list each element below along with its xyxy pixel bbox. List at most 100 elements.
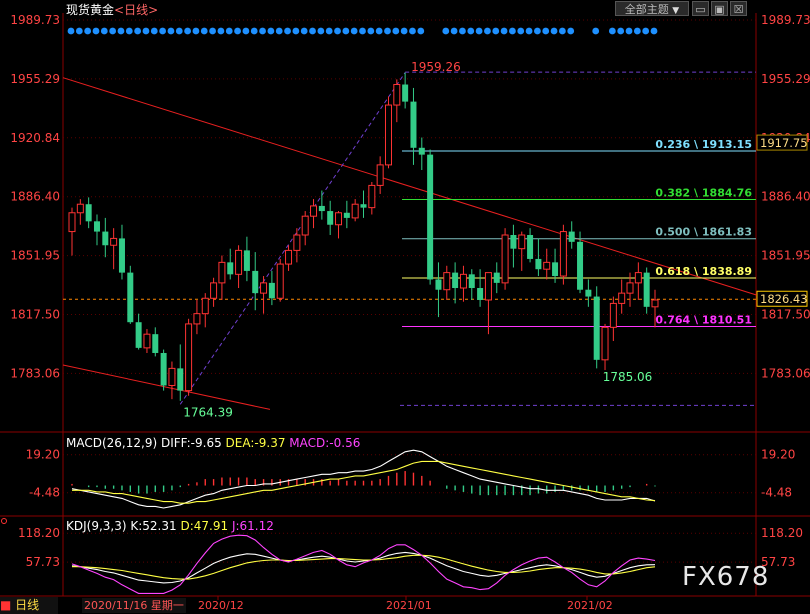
- event-marker-dot: [484, 27, 491, 35]
- candle-body-up: [459, 273, 467, 289]
- event-marker-dot: [134, 27, 142, 35]
- restore-icon: ▣: [714, 3, 725, 16]
- event-marker-dot: [125, 27, 133, 35]
- candle-body-up: [484, 272, 492, 301]
- panel-tab-dot: ■: [0, 598, 12, 612]
- event-marker-dot: [642, 27, 650, 35]
- candle-body-up: [618, 292, 626, 304]
- candle-body-down: [468, 274, 475, 289]
- candle-body-up: [143, 333, 151, 349]
- kdj-params: KDJ(9,3,3): [66, 519, 127, 533]
- price-axis-tick-left: 1920.84: [10, 131, 60, 145]
- event-marker-dot: [334, 27, 341, 35]
- event-marker-dot: [242, 27, 250, 35]
- event-marker-dot: [109, 27, 117, 35]
- kdj-d-line: [72, 554, 656, 580]
- fib-level-label: 0.618 \ 1838.89: [655, 265, 752, 278]
- price-axis-tick-right: 1783.06: [761, 366, 810, 380]
- candle-body-down: [593, 296, 600, 360]
- event-marker-dot: [459, 27, 466, 35]
- candle-body-up: [651, 299, 659, 308]
- candle-body-down: [360, 204, 367, 208]
- macd-diff-line: [71, 449, 656, 509]
- candle-body-down: [243, 250, 250, 271]
- low2-annotation: 1785.06: [603, 370, 653, 384]
- event-marker-dot: [525, 27, 533, 35]
- event-marker-dot: [250, 27, 258, 35]
- candle-body-up: [193, 313, 201, 325]
- price-axis-tick-left: 1955.29: [10, 72, 60, 86]
- event-marker-dot: [392, 27, 400, 35]
- event-marker-dot: [159, 27, 167, 35]
- candle-body-up: [601, 326, 609, 361]
- candle-body-down: [160, 352, 167, 386]
- price-axis-tick-left: 1817.50: [10, 308, 60, 322]
- event-marker-dot: [292, 27, 300, 35]
- restore-button[interactable]: ▣: [711, 1, 728, 16]
- event-marker-dot: [592, 27, 600, 35]
- minimize-button[interactable]: ▭: [692, 1, 709, 16]
- event-marker-dot: [92, 27, 100, 35]
- event-marker-dot: [608, 27, 616, 35]
- candle-body-down: [327, 211, 334, 225]
- kdj-axis-tick-right: 118.20: [761, 526, 803, 540]
- candle-body-down: [643, 272, 650, 307]
- candle-body-up: [351, 203, 359, 219]
- candle-body-down: [535, 258, 542, 270]
- event-marker-dot: [192, 27, 200, 35]
- event-marker-dot: [567, 27, 575, 35]
- downtrend-line: [62, 77, 757, 296]
- candle-body-up: [634, 272, 642, 284]
- event-marker-dot: [550, 27, 558, 35]
- event-marker-dot: [200, 27, 208, 35]
- candle-body-up: [393, 84, 401, 106]
- candle-body-up: [260, 282, 268, 294]
- event-marker-dot: [142, 27, 150, 35]
- candle-body-up: [335, 212, 343, 226]
- price-axis-tick-right: 1989.73: [761, 13, 810, 27]
- period-title[interactable]: <日线>: [114, 3, 158, 17]
- candle-body-up: [559, 231, 567, 277]
- candle-body-up: [368, 184, 376, 209]
- close-icon: ☒: [733, 3, 744, 16]
- theme-dropdown[interactable]: 全部主题 ▼: [615, 1, 689, 16]
- event-marker-dot: [300, 27, 308, 35]
- panel-tab[interactable]: ■ 日线: [0, 597, 58, 614]
- candle-body-down: [102, 231, 109, 246]
- event-marker-dot: [84, 27, 92, 35]
- candle-body-down: [452, 272, 459, 289]
- event-marker-dot: [67, 27, 75, 35]
- event-marker-dot: [417, 27, 425, 35]
- event-marker-dot: [259, 27, 266, 35]
- event-marker-dot: [275, 27, 283, 35]
- candle-body-down: [268, 282, 275, 299]
- candle-body-up: [110, 237, 118, 246]
- candle-body-down: [118, 238, 125, 273]
- candle-body-down: [410, 101, 417, 148]
- macd-params: MACD(26,12,9): [66, 436, 158, 450]
- close-button[interactable]: ☒: [730, 1, 747, 16]
- candle-body-down: [127, 272, 134, 323]
- candle-body-down: [227, 262, 234, 275]
- event-marker-dot: [509, 27, 516, 35]
- event-marker-dot: [359, 27, 366, 35]
- candle-body-up: [376, 164, 384, 186]
- fib-level-label: 0.764 \ 1810.51: [655, 313, 752, 326]
- candle-body-up: [384, 104, 392, 166]
- candle-body-up: [76, 203, 84, 214]
- candle-body-down: [85, 204, 92, 222]
- event-marker-dot: [442, 27, 450, 35]
- candle-body-down: [552, 262, 559, 277]
- candle-body-up: [210, 282, 218, 299]
- kdj-d-value: D:47.91: [180, 519, 229, 533]
- event-marker-dot: [342, 27, 350, 35]
- candle-body-down: [527, 234, 534, 259]
- event-marker-dot: [100, 27, 108, 35]
- minimize-icon: ▭: [695, 3, 706, 16]
- event-marker-dot: [350, 27, 358, 35]
- price-tag-1917: 1917.75: [760, 136, 808, 150]
- event-marker-dot: [325, 27, 333, 35]
- kdj-j-value: J:61.12: [231, 519, 274, 533]
- candle-body-up: [293, 234, 301, 251]
- time-axis-label: 2020/12: [198, 599, 244, 612]
